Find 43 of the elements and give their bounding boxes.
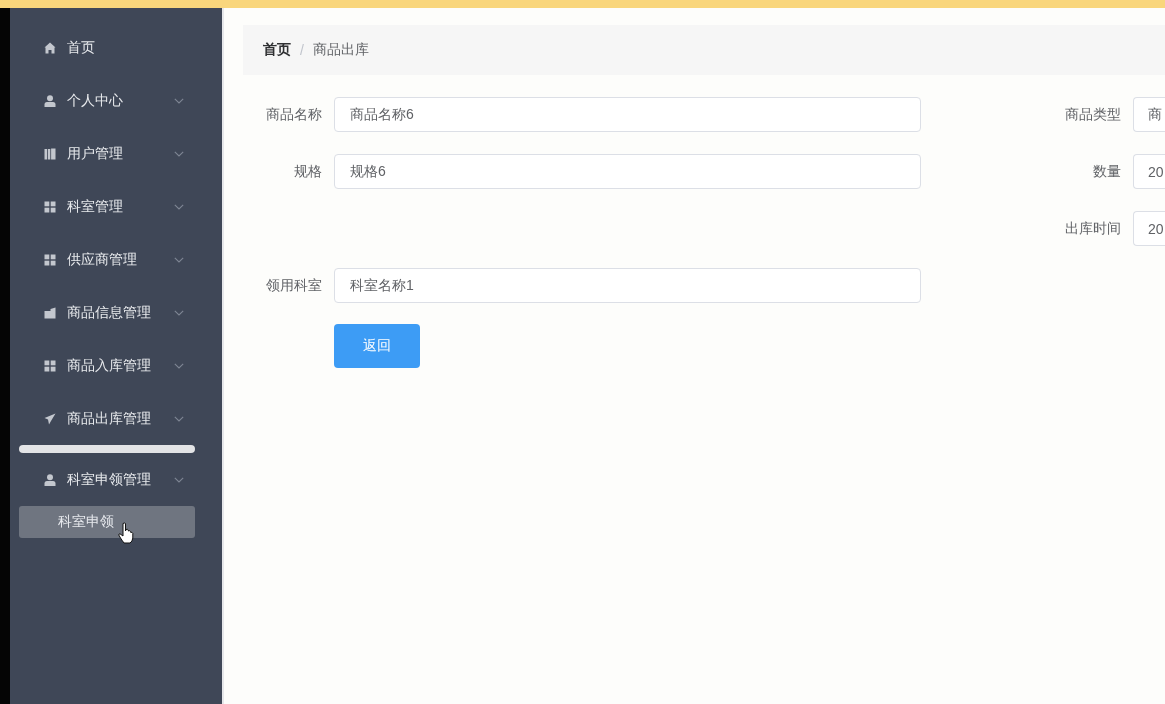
chevron-down-icon [174,203,184,210]
field-label: 规格 [293,162,323,181]
menu-item[interactable]: 用户管理 [10,127,222,180]
chevron-down-icon [174,150,184,157]
paper-plane-icon [44,412,56,425]
input-field[interactable]: 20 [1133,211,1165,246]
menu-item[interactable]: 个人中心 [10,74,222,127]
hand-cursor-icon [118,522,134,544]
menu-item[interactable]: 科室管理 [10,180,222,233]
submenu-item[interactable]: 科室申领 [19,506,195,538]
person-icon [44,473,56,486]
breadcrumb-current: 商品出库 [312,41,369,59]
field-label: 出库时间 [1064,219,1122,238]
menu-item[interactable]: 科室申领管理 [10,453,222,506]
grid-icon [44,359,56,372]
input-field[interactable]: 商 [1133,97,1165,132]
menu-item[interactable]: 商品信息管理 [10,286,222,339]
folder-icon [44,306,56,319]
breadcrumb-separator: / [300,42,304,58]
chevron-down-icon [174,256,184,263]
menu-item[interactable]: 商品出库管理 [10,392,222,445]
field-label: 数量 [1092,162,1122,181]
person-icon [44,94,56,107]
input-field[interactable]: 规格6 [334,154,921,189]
menu-item[interactable]: 首页 [10,21,222,74]
chevron-down-icon [174,362,184,369]
field-label: 领用科室 [265,276,323,295]
input-field[interactable]: 商品名称6 [334,97,921,132]
grid-icon [44,253,56,266]
grid-icon [44,200,56,213]
chevron-down-icon [174,97,184,104]
chevron-down-icon [174,309,184,316]
menu-item[interactable]: 商品入库管理 [10,339,222,392]
chevron-down-icon [174,476,184,483]
book-icon [44,147,56,160]
breadcrumb-link[interactable]: 首页 [263,41,291,59]
field-label: 商品类型 [1064,105,1122,124]
chevron-down-icon [174,415,184,422]
home-icon [44,41,56,54]
input-field[interactable]: 20 [1133,154,1165,189]
menu-item[interactable]: 供应商管理 [10,233,222,286]
field-label: 商品名称 [265,105,323,124]
input-field[interactable]: 科室名称1 [334,268,921,303]
